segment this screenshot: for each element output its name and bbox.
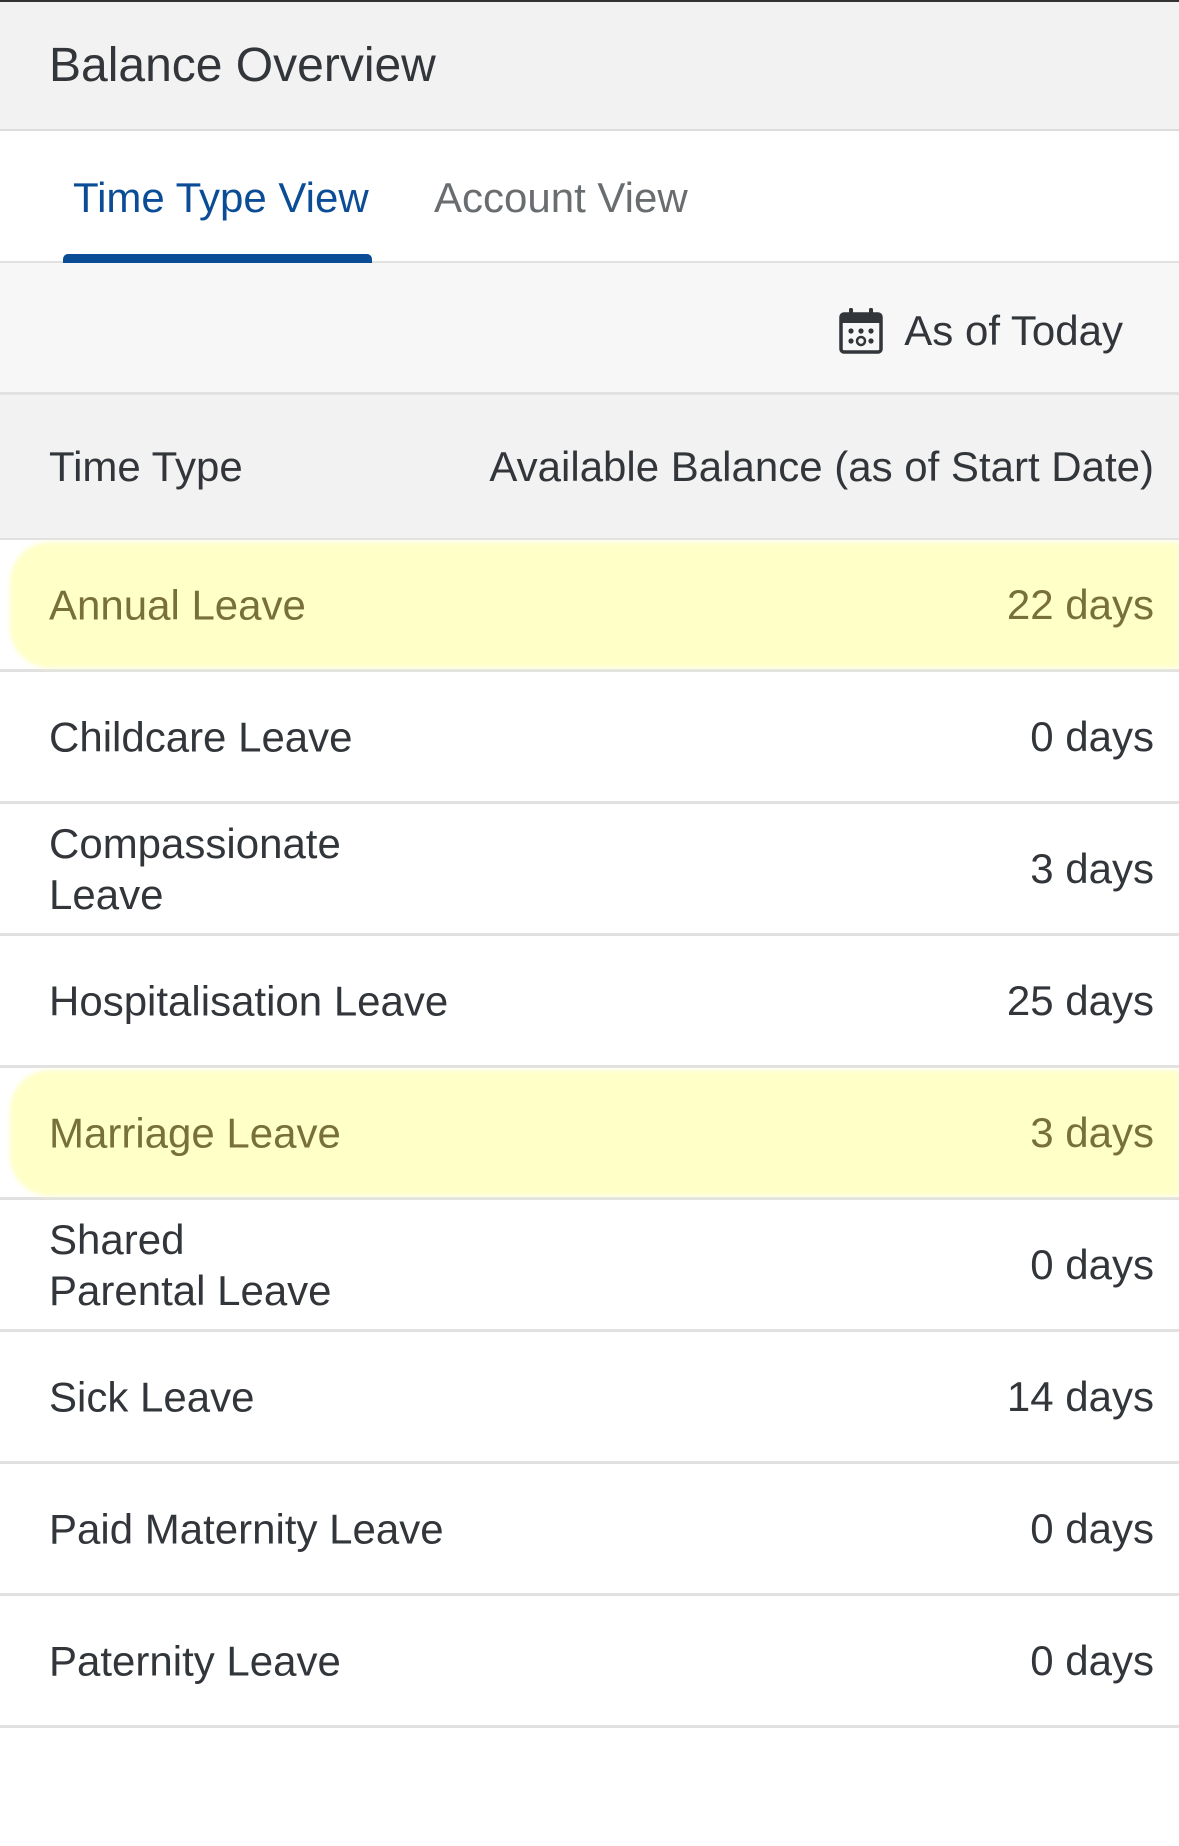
balance-value: 3 days <box>1030 844 1154 892</box>
table-row[interactable]: Compassionate Leave 3 days <box>0 804 1179 936</box>
date-filter-bar: As of Today <box>0 263 1179 395</box>
time-type-name: Sick Leave <box>49 1373 255 1420</box>
table-row[interactable]: Shared Parental Leave 0 days <box>0 1200 1179 1332</box>
column-header-time-type: Time Type <box>49 443 243 490</box>
tab-time-type-view[interactable]: Time Type View <box>73 174 369 222</box>
balance-value: 0 days <box>1030 1504 1154 1552</box>
table-row[interactable]: Paid Maternity Leave 0 days <box>0 1464 1179 1596</box>
table-row[interactable]: Paternity Leave 0 days <box>0 1596 1179 1728</box>
page-title: Balance Overview <box>49 39 436 92</box>
tab-bar: Time Type View Account View <box>0 131 1179 263</box>
page-header: Balance Overview <box>0 0 1179 131</box>
time-type-name: Hospitalisation Leave <box>49 977 449 1024</box>
balance-value: 0 days <box>1030 1240 1154 1288</box>
date-filter-button[interactable]: As of Today <box>838 305 1123 357</box>
balance-value: 22 days <box>1006 580 1154 628</box>
date-filter-label: As of Today <box>904 307 1123 354</box>
active-tab-indicator <box>63 254 372 263</box>
table-row[interactable]: Marriage Leave 3 days <box>0 1068 1179 1200</box>
balance-value: 3 days <box>1030 1108 1154 1156</box>
table-header: Time Type Available Balance (as of Start… <box>0 395 1179 540</box>
calendar-icon <box>839 308 884 354</box>
balance-value: 0 days <box>1030 712 1154 760</box>
table-row[interactable]: Hospitalisation Leave 25 days <box>0 936 1179 1068</box>
time-type-name: Shared Parental Leave <box>49 1215 332 1314</box>
time-type-name: Paternity Leave <box>49 1637 341 1684</box>
table-row[interactable]: Annual Leave 22 days <box>0 540 1179 672</box>
time-type-name: Marriage Leave <box>49 1109 341 1156</box>
balance-value: 25 days <box>1006 976 1154 1024</box>
column-header-available-balance: Available Balance (as of Start Date) <box>489 443 1154 490</box>
time-type-name: Paid Maternity Leave <box>49 1505 444 1552</box>
balance-value: 0 days <box>1030 1636 1154 1684</box>
tab-account-view[interactable]: Account View <box>434 174 688 222</box>
balance-table: Annual Leave 22 days Childcare Leave 0 d… <box>0 540 1179 1728</box>
table-row[interactable]: Childcare Leave 0 days <box>0 672 1179 804</box>
balance-value: 14 days <box>1006 1372 1154 1420</box>
time-type-name: Annual Leave <box>49 581 306 628</box>
time-type-name: Compassionate Leave <box>49 819 341 918</box>
time-type-name: Childcare Leave <box>49 713 353 760</box>
table-row[interactable]: Sick Leave 14 days <box>0 1332 1179 1464</box>
